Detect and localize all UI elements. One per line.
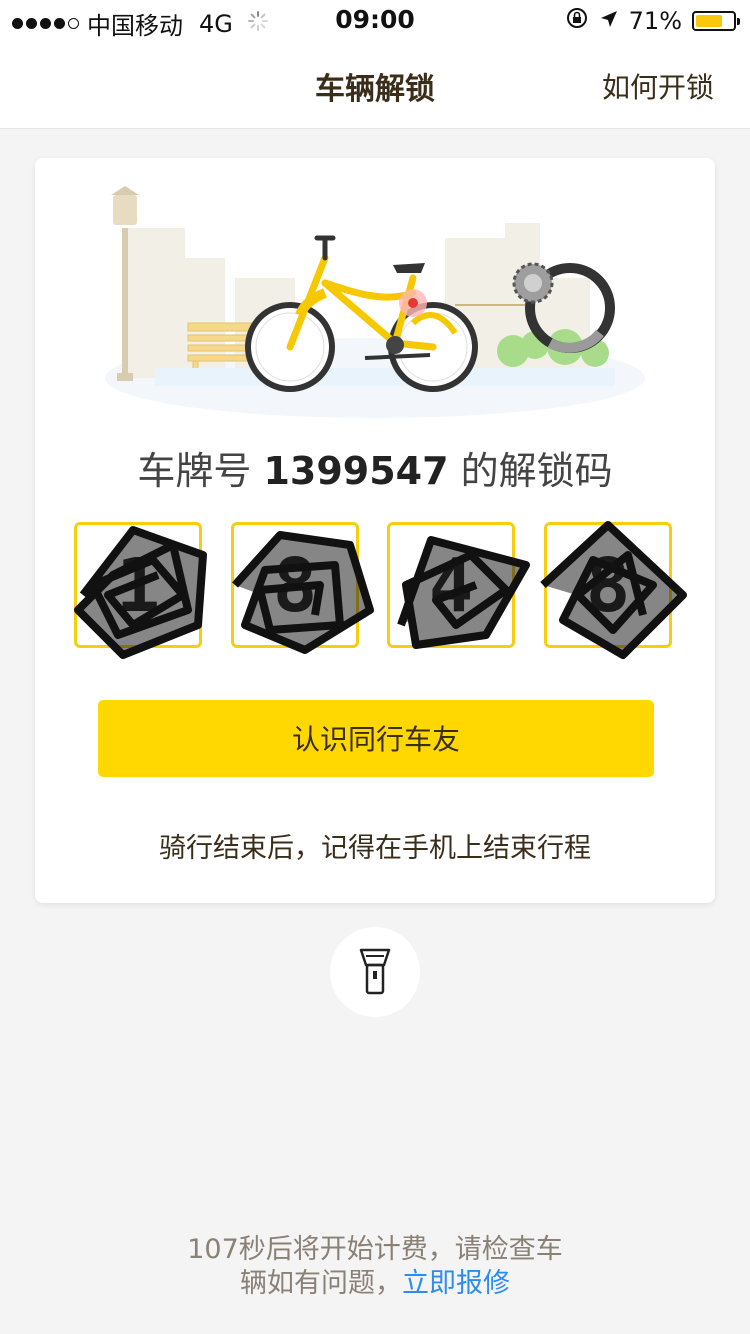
code-digit: 4 [428, 543, 474, 629]
billing-notice-text: 辆如有问题， [240, 1268, 402, 1299]
lock-rotation-icon [565, 6, 589, 36]
code-digit-box-4: 8 [540, 521, 687, 659]
code-digit-box-1: 1 [74, 522, 207, 659]
battery-percent: 71% [628, 7, 682, 35]
status-bar: 中国移动 4G 09:00 71% [0, 0, 750, 40]
how-to-unlock-link[interactable]: 如何开锁 [602, 66, 714, 106]
flashlight-button[interactable] [330, 927, 420, 1017]
plate-suffix: 的解锁码 [460, 449, 613, 493]
end-trip-hint: 骑行结束后，记得在手机上结束行程 [159, 833, 591, 864]
battery-icon [692, 11, 740, 31]
code-digit-box-3: 4 [387, 522, 530, 649]
billing-notice-line1: 107秒后将开始计费，请检查车 [187, 1234, 563, 1265]
unlock-card: 车牌号 1399547 的解锁码 1 8 4 8 认识同行车友 骑行结束后，记得… [35, 158, 715, 903]
location-arrow-icon [599, 7, 619, 35]
code-digit: 8 [585, 543, 631, 629]
plate-number: 1399547 [263, 449, 449, 493]
report-repair-link[interactable]: 立即报修 [402, 1268, 510, 1299]
flashlight-icon [359, 948, 391, 995]
plate-line: 车牌号 1399547 的解锁码 [35, 440, 715, 495]
nav-bar: 车辆解锁 如何开锁 [0, 40, 750, 129]
code-digit-box-2: 8 [231, 522, 374, 654]
billing-notice: 107秒后将开始计费，请检查车 辆如有问题，立即报修 [150, 1233, 600, 1301]
code-digit: 8 [272, 543, 318, 629]
plate-prefix: 车牌号 [137, 449, 252, 493]
code-digit: 1 [115, 543, 161, 629]
unlock-code: 1 8 4 8 [74, 521, 687, 659]
bike-illustration [105, 186, 645, 418]
status-right: 71% [565, 6, 740, 36]
billing-notice-line2: 辆如有问题，立即报修 [150, 1267, 600, 1301]
meet-riders-button[interactable]: 认识同行车友 [98, 700, 654, 777]
